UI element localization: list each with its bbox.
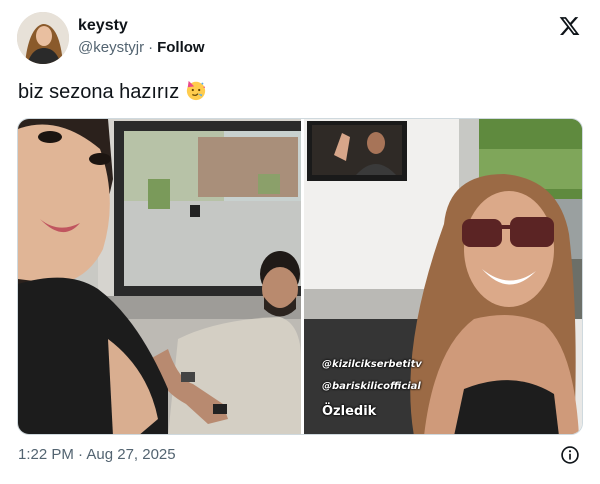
photo-right[interactable]: @kizilcikserbetitv @bariskilicofficial Ö…: [304, 119, 582, 434]
handle-line: @keystyjr · Follow: [78, 38, 205, 58]
tweet-media: @kizilcikserbetitv @bariskilicofficial Ö…: [17, 118, 583, 435]
photo-left[interactable]: [18, 119, 301, 434]
tweet-text: biz sezona hazırız: [18, 79, 207, 105]
photo-caption-text: Özledik: [322, 404, 377, 419]
tweet-header: keysty @keystyjr · Follow: [16, 12, 584, 64]
separator-dot: ·: [148, 39, 154, 56]
x-logo-icon[interactable]: [558, 15, 581, 37]
tweet-footer: 1:22 PM · Aug 27, 2025: [18, 445, 584, 467]
photo-caption-tag-1: @kizilcikserbetitv: [322, 359, 422, 370]
tweet-text-content: biz sezona hazırız: [18, 81, 180, 103]
timestamp[interactable]: 1:22 PM · Aug 27, 2025: [18, 446, 176, 463]
photo-caption-tag-2: @bariskilicofficial: [322, 381, 421, 392]
info-icon[interactable]: [560, 445, 580, 465]
display-name[interactable]: keysty: [78, 16, 205, 36]
user-handle[interactable]: @keystyjr: [78, 39, 144, 56]
partying-face-emoji-icon: [187, 80, 206, 101]
author-names: keysty @keystyjr · Follow: [78, 16, 205, 58]
follow-button[interactable]: Follow: [157, 39, 205, 56]
avatar[interactable]: [17, 12, 69, 64]
